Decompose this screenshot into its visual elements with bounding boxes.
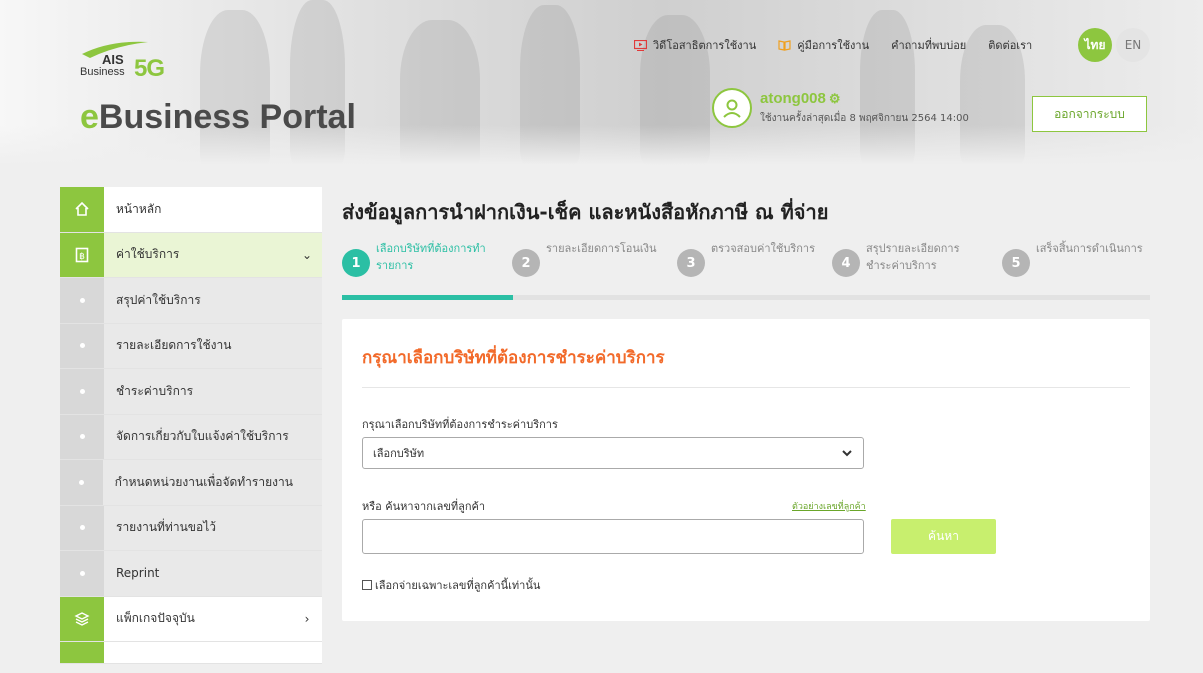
step-3: 3 ตรวจสอบค่าใช้บริการ — [677, 240, 829, 277]
form-heading: กรุณาเลือกบริษัทที่ต้องการชำระค่าบริการ — [362, 348, 665, 368]
chevron-right-icon: › — [292, 596, 322, 641]
chevron-down-icon — [842, 450, 852, 457]
company-select[interactable]: เลือกบริษัท — [362, 437, 864, 469]
checkbox-box[interactable] — [362, 580, 372, 590]
page-title: ส่งข้อมูลการนำฝากเงิน-เช็ค และหนังสือหัก… — [342, 200, 829, 224]
sidebar-item-home[interactable]: หน้าหลัก — [60, 187, 322, 233]
sidebar-item-requested-reports[interactable]: รายงานที่ท่านขอไว้ — [60, 505, 322, 551]
sidebar-menu: หน้าหลัก ฿ ค่าใช้บริการ ⌄ สรุปค่าใช้บริก… — [60, 187, 322, 664]
user-name[interactable]: atong008 — [760, 90, 826, 107]
company-select-label: กรุณาเลือกบริษัทที่ต้องการชำระค่าบริการ — [362, 418, 558, 431]
progress-stepper: 1 เลือกบริษัทที่ต้องการทำรายการ 2 รายละเ… — [342, 240, 1150, 300]
gear-icon[interactable]: ⚙ — [829, 91, 841, 106]
toplink-contact[interactable]: ติดต่อเรา — [988, 36, 1032, 54]
customer-number-example-link[interactable]: ตัวอย่างเลขที่ลูกค้า — [792, 499, 866, 513]
bill-icon: ฿ — [75, 247, 89, 263]
sidebar-item-pay[interactable]: ชำระค่าบริการ — [60, 369, 322, 415]
sidebar-item-report-unit[interactable]: กำหนดหน่วยงานเพื่อจัดทำรายงาน — [60, 460, 322, 506]
logo-5g-text: 5G — [134, 55, 165, 82]
step-2: 2 รายละเอียดการโอนเงิน — [512, 240, 664, 277]
company-select-value: เลือกบริษัท — [373, 447, 425, 460]
sidebar-item-usage-detail[interactable]: รายละเอียดการใช้งาน — [60, 323, 322, 369]
company-select-card: กรุณาเลือกบริษัทที่ต้องการชำระค่าบริการ … — [342, 319, 1150, 621]
step-5: 5 เสร็จสิ้นการดำเนินการ — [1002, 240, 1154, 277]
lang-th-button[interactable]: ไทย — [1078, 28, 1112, 62]
user-avatar-icon[interactable] — [712, 88, 752, 128]
svg-text:฿: ฿ — [79, 252, 85, 262]
step-1: 1 เลือกบริษัทที่ต้องการทำรายการ — [342, 240, 494, 277]
toplink-faq[interactable]: คำถามที่พบบ่อย — [891, 36, 966, 54]
user-info: atong008 ⚙ ใช้งานครั้งล่าสุดเมื่อ 8 พฤศจิ… — [712, 88, 969, 128]
logo-business-text: Business — [80, 66, 125, 78]
sidebar-item-reprint[interactable]: Reprint — [60, 551, 322, 597]
top-links: วิดีโอสาธิตการใช้งาน คู่มือการใช้งาน คำถ… — [634, 36, 1054, 54]
layers-icon — [74, 611, 90, 626]
logout-button[interactable]: ออกจากระบบ — [1032, 96, 1147, 132]
ais-business-5g-logo[interactable]: AIS Business 5G — [80, 40, 200, 85]
checkbox-label: เลือกจ่ายเฉพาะเลขที่ลูกค้านี้เท่านั้น — [375, 579, 541, 592]
stepper-track — [342, 295, 1150, 300]
search-button[interactable]: ค้นหา — [891, 519, 996, 554]
logo-ais-text: AIS — [102, 52, 124, 67]
step-4: 4 สรุปรายละเอียดการชำระค่าบริการ — [832, 240, 984, 277]
only-this-customer-checkbox[interactable]: เลือกจ่ายเฉพาะเลขที่ลูกค้านี้เท่านั้น — [362, 576, 540, 594]
toplink-manual[interactable]: คู่มือการใช้งาน — [778, 36, 869, 54]
video-icon — [634, 39, 647, 51]
sidebar-item-current-package[interactable]: แพ็กเกจปัจจุบัน › — [60, 596, 322, 642]
stepper-progress — [342, 295, 513, 300]
customer-search-label: หรือ ค้นหาจากเลขที่ลูกค้า — [362, 500, 486, 513]
book-icon — [778, 39, 791, 51]
home-icon — [75, 202, 89, 217]
divider — [362, 387, 1130, 388]
sidebar-item-billing-summary[interactable]: สรุปค่าใช้บริการ — [60, 278, 322, 324]
sidebar-item-invoice-manage[interactable]: จัดการเกี่ยวกับใบแจ้งค่าใช้บริการ — [60, 414, 322, 460]
chevron-down-icon: ⌄ — [292, 232, 322, 277]
sidebar-item-more[interactable] — [60, 642, 322, 664]
sidebar-item-billing[interactable]: ฿ ค่าใช้บริการ ⌄ — [60, 232, 322, 278]
customer-number-input[interactable] — [362, 519, 864, 554]
last-login-text: ใช้งานครั้งล่าสุดเมื่อ 8 พฤศจิกายน 2564 … — [760, 113, 969, 124]
lang-en-button[interactable]: EN — [1116, 28, 1150, 62]
toplink-video[interactable]: วิดีโอสาธิตการใช้งาน — [634, 36, 756, 54]
portal-title: eBusiness Portal — [80, 98, 356, 136]
